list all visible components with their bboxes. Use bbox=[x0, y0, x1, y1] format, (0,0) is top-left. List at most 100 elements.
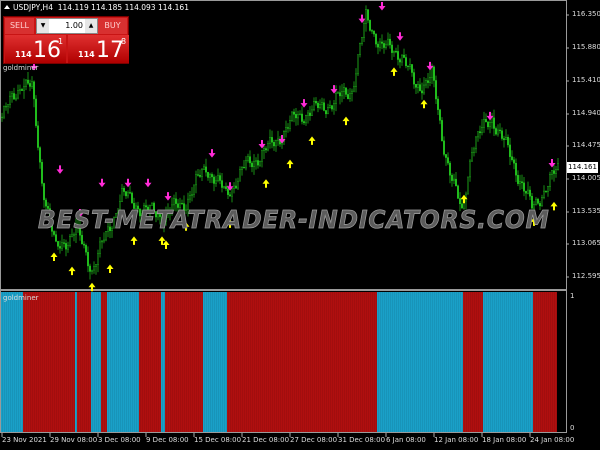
sell-quote[interactable]: 114 16 1 bbox=[5, 35, 66, 63]
indicator-bar bbox=[141, 292, 143, 432]
candle-body bbox=[391, 44, 393, 53]
indicator-bar bbox=[491, 292, 493, 432]
indicator-bar bbox=[19, 292, 21, 432]
indicator-bar bbox=[123, 292, 125, 432]
indicator-bar bbox=[21, 292, 23, 432]
indicator-bar bbox=[555, 292, 557, 432]
candle-body bbox=[3, 106, 5, 118]
indicator-bar bbox=[379, 292, 381, 432]
candle-body bbox=[97, 253, 99, 265]
indicator-bar bbox=[451, 292, 453, 432]
lot-decrease-button[interactable]: ▼ bbox=[37, 19, 49, 33]
buy-button[interactable]: BUY bbox=[98, 18, 127, 34]
indicator-bar bbox=[439, 292, 441, 432]
candle-body bbox=[317, 102, 319, 108]
indicator-bar bbox=[259, 292, 261, 432]
candle-body bbox=[293, 111, 295, 115]
candle-body bbox=[395, 51, 397, 53]
indicator-bar bbox=[471, 292, 473, 432]
candle-body bbox=[197, 174, 199, 176]
candle-body bbox=[303, 121, 305, 124]
indicator-bar bbox=[85, 292, 87, 432]
candle-body bbox=[95, 264, 97, 267]
candle-body bbox=[419, 84, 421, 91]
indicator-bar bbox=[269, 292, 271, 432]
indicator-bar bbox=[105, 292, 107, 432]
candle-body bbox=[333, 103, 335, 110]
candle-body bbox=[439, 109, 441, 121]
candle-body bbox=[425, 80, 427, 86]
indicator-bar bbox=[95, 292, 97, 432]
indicator-bar bbox=[487, 292, 489, 432]
indicator-bar bbox=[79, 292, 81, 432]
indicator-bar bbox=[135, 292, 137, 432]
candle-body bbox=[193, 184, 195, 195]
indicator-bar bbox=[313, 292, 315, 432]
sell-button[interactable]: SELL bbox=[5, 18, 34, 34]
candle-body bbox=[5, 106, 7, 108]
candle-body bbox=[315, 101, 317, 104]
current-price-label: 114.161 bbox=[567, 162, 598, 173]
candle-body bbox=[217, 175, 219, 182]
candle-body bbox=[71, 234, 73, 237]
lot-value: 1.00 bbox=[65, 21, 83, 30]
candle-body bbox=[313, 101, 315, 111]
lot-size-input[interactable]: ▼ 1.00 ▲ bbox=[36, 18, 98, 34]
indicator-bar bbox=[217, 292, 219, 432]
indicator-bar bbox=[543, 292, 545, 432]
candle-body bbox=[341, 91, 343, 97]
collapse-triangle-icon[interactable] bbox=[4, 5, 10, 9]
indicator-bar bbox=[115, 292, 117, 432]
candle-body bbox=[265, 148, 267, 151]
candle-body bbox=[213, 176, 215, 184]
candle-body bbox=[67, 245, 69, 250]
candle-body bbox=[257, 160, 259, 166]
candle-body bbox=[335, 93, 337, 104]
indicator-bar bbox=[91, 292, 93, 432]
indicator-bar bbox=[541, 292, 543, 432]
candle-body bbox=[455, 178, 457, 187]
indicator-bar bbox=[353, 292, 355, 432]
candle-body bbox=[231, 188, 233, 197]
candle-body bbox=[505, 136, 507, 140]
candle-body bbox=[101, 240, 103, 243]
indicator-bar bbox=[257, 292, 259, 432]
time-axis-label: 24 Jan 08:00 bbox=[530, 436, 575, 444]
indicator-bar bbox=[429, 292, 431, 432]
indicator-bar bbox=[527, 292, 529, 432]
indicator-bar bbox=[23, 292, 25, 432]
candle-body bbox=[273, 142, 275, 147]
time-axis-label: 31 Dec 08:00 bbox=[338, 436, 386, 444]
candle-body bbox=[299, 113, 301, 115]
indicator-bar bbox=[305, 292, 307, 432]
candle-body bbox=[301, 113, 303, 122]
candle-body bbox=[457, 185, 459, 199]
indicator-bar bbox=[247, 292, 249, 432]
sell-arrow-icon bbox=[548, 158, 556, 168]
indicator-bar bbox=[363, 292, 365, 432]
indicator-bar bbox=[125, 292, 127, 432]
indicator-bar bbox=[65, 292, 67, 432]
indicator-bar bbox=[445, 292, 447, 432]
indicator-bar bbox=[481, 292, 483, 432]
indicator-bar bbox=[221, 292, 223, 432]
sell-arrow-icon bbox=[258, 139, 266, 149]
indicator-bar bbox=[519, 292, 521, 432]
candle-body bbox=[235, 185, 237, 189]
indicator-bar bbox=[469, 292, 471, 432]
indicator-bar bbox=[185, 292, 187, 432]
candle-body bbox=[553, 170, 555, 174]
candle-body bbox=[323, 102, 325, 111]
buy-quote[interactable]: 114 17 8 bbox=[68, 35, 129, 63]
buy-arrow-icon bbox=[308, 136, 316, 145]
indicator-bar bbox=[355, 292, 357, 432]
watermark: BEST-METATRADER-INDICATORS.COM bbox=[38, 205, 550, 235]
indicator-bar bbox=[279, 292, 281, 432]
indicator-bar bbox=[297, 292, 299, 432]
indicator-bar bbox=[549, 292, 551, 432]
lot-increase-button[interactable]: ▲ bbox=[85, 19, 97, 33]
candle-body bbox=[511, 156, 513, 161]
candle-body bbox=[501, 130, 503, 139]
sell-arrow-icon bbox=[56, 165, 64, 174]
indicator-bar bbox=[231, 292, 233, 432]
